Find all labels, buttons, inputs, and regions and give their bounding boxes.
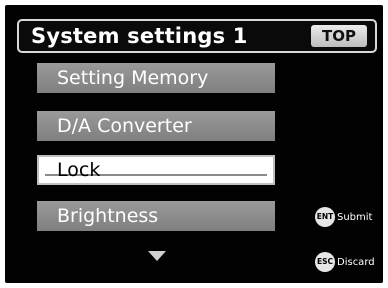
enter-key-icon: ENT xyxy=(315,207,335,227)
menu-item-da-converter[interactable]: D/A Converter xyxy=(37,111,275,141)
title-bar: System settings 1 TOP xyxy=(17,19,377,53)
settings-screen: System settings 1 TOP Setting Memory D/A… xyxy=(5,5,383,283)
discard-label: Discard xyxy=(337,256,375,268)
menu-item-label: Setting Memory xyxy=(57,67,209,89)
menu-item-label: Lock xyxy=(57,159,101,181)
menu-item-lock[interactable]: Lock xyxy=(37,155,275,185)
page-title: System settings 1 xyxy=(31,24,248,48)
menu-item-label: D/A Converter xyxy=(57,115,192,137)
triangle-down-icon[interactable] xyxy=(148,251,166,261)
menu-item-brightness[interactable]: Brightness xyxy=(37,201,275,231)
menu-item-label: Brightness xyxy=(57,205,159,227)
escape-key-icon: ESC xyxy=(315,252,335,272)
menu-item-setting-memory[interactable]: Setting Memory xyxy=(37,63,275,93)
top-button[interactable]: TOP xyxy=(311,25,367,47)
enter-key-hint[interactable]: ENT Submit xyxy=(315,207,372,227)
submit-label: Submit xyxy=(337,211,373,223)
escape-key-hint[interactable]: ESC Discard xyxy=(315,252,375,272)
